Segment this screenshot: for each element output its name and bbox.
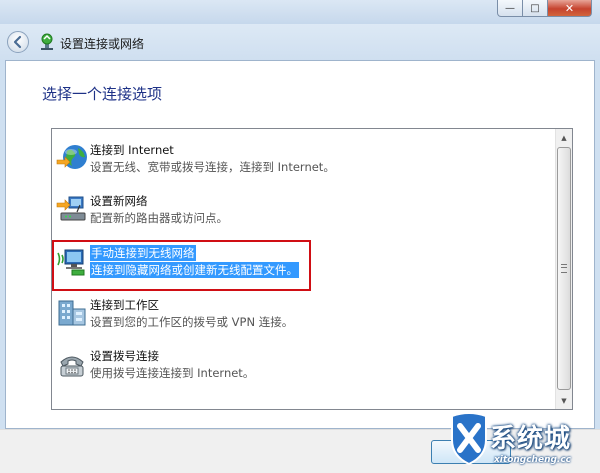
router-icon — [56, 196, 86, 221]
option-description: 连接到隐藏网络或创建新无线配置文件。 — [90, 262, 299, 278]
wireless-computer-icon — [57, 249, 85, 276]
list-scrollbar[interactable]: ▲ ▼ — [555, 129, 572, 409]
close-button[interactable]: ✕ — [548, 0, 592, 17]
option-description: 设置无线、宽带或拨号连接，连接到 Internet。 — [90, 160, 335, 174]
scroll-thumb[interactable] — [557, 147, 571, 390]
option-title: 设置拨号连接 — [90, 349, 159, 363]
option-title: 连接到 Internet — [90, 143, 174, 157]
window-titlebar: — □ ✕ — [0, 0, 600, 24]
telephone-icon — [60, 356, 84, 377]
workplace-icon — [58, 300, 86, 326]
grip-icon — [561, 264, 567, 273]
option-setup-dialup[interactable]: 设置拨号连接 使用拨号连接连接到 Internet。 — [52, 343, 552, 391]
option-description: 使用拨号连接连接到 Internet。 — [90, 366, 255, 380]
option-connect-workplace[interactable]: 连接到工作区 设置到您的工作区的拨号或 VPN 连接。 — [52, 292, 552, 340]
watermark: 系统城 xitongcheng.cc — [448, 410, 598, 472]
globe-icon — [56, 145, 87, 169]
network-setup-icon — [41, 33, 53, 50]
watermark-logo-icon — [451, 412, 487, 466]
option-connect-internet[interactable]: 连接到 Internet 设置无线、宽带或拨号连接，连接到 Internet。 — [52, 137, 552, 185]
navigation-bar: 设置连接或网络 — [0, 24, 600, 60]
option-manual-wireless[interactable]: 手动连接到无线网络 连接到隐藏网络或创建新无线配置文件。 — [52, 240, 552, 288]
minimize-button[interactable]: — — [497, 0, 523, 17]
connection-options-list[interactable]: 连接到 Internet 设置无线、宽带或拨号连接，连接到 Internet。 … — [51, 128, 573, 410]
window-controls: — □ ✕ — [497, 0, 592, 17]
page-heading: 选择一个连接选项 — [42, 85, 163, 103]
scroll-up-arrow-icon[interactable]: ▲ — [556, 129, 572, 146]
option-title: 设置新网络 — [90, 194, 148, 208]
scroll-down-arrow-icon[interactable]: ▼ — [556, 392, 572, 409]
option-description: 配置新的路由器或访问点。 — [90, 211, 228, 225]
watermark-url: xitongcheng.cc — [494, 455, 572, 465]
back-button[interactable] — [7, 31, 29, 53]
content-pane: 选择一个连接选项 连接到 Internet 设置无线、宽带或拨号连接，连接到 I… — [5, 60, 595, 429]
window-title: 设置连接或网络 — [60, 37, 145, 51]
back-arrow-icon — [13, 35, 22, 49]
watermark-brand: 系统城 — [490, 424, 572, 454]
maximize-button[interactable]: □ — [523, 0, 548, 17]
option-setup-new-network[interactable]: 设置新网络 配置新的路由器或访问点。 — [52, 188, 552, 236]
option-title: 连接到工作区 — [90, 298, 159, 312]
option-title: 手动连接到无线网络 — [90, 245, 196, 261]
option-description: 设置到您的工作区的拨号或 VPN 连接。 — [90, 315, 294, 329]
